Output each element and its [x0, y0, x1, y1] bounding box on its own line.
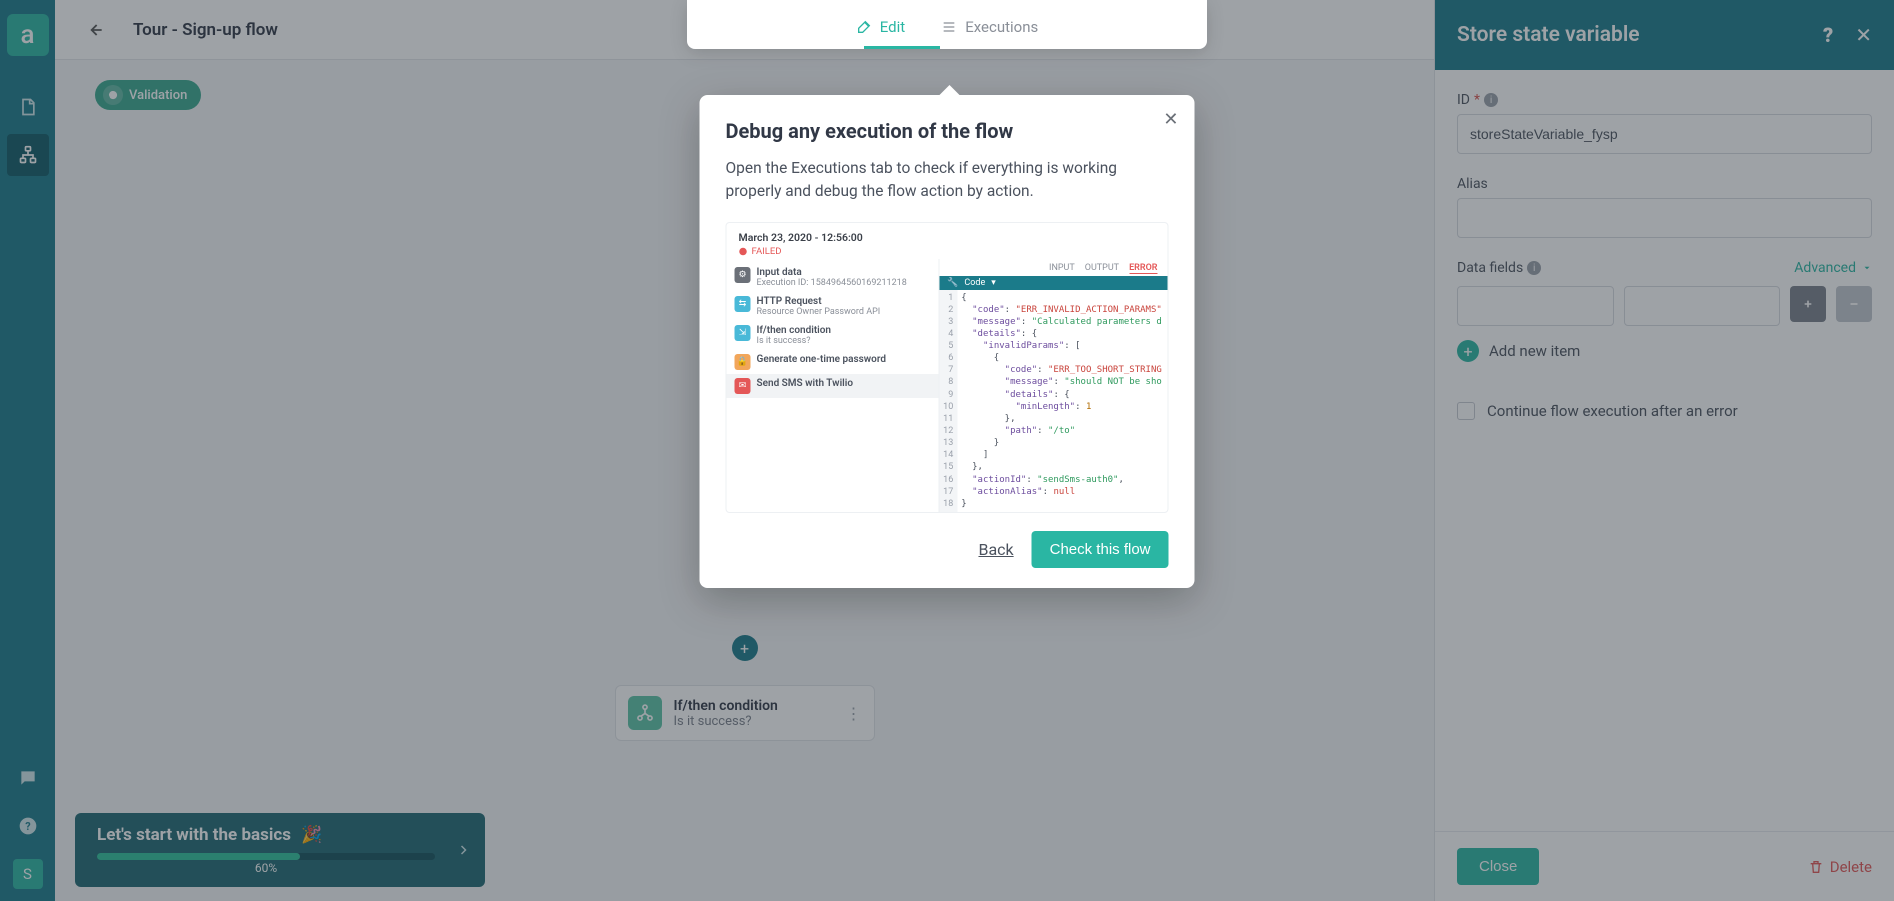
active-tab-underline: [864, 46, 940, 49]
tab-edit[interactable]: Edit: [856, 18, 905, 36]
flow-tabs-card: Edit Executions: [687, 0, 1207, 49]
tour-cta-button[interactable]: Check this flow: [1032, 531, 1169, 568]
tour-back-button[interactable]: Back: [978, 540, 1013, 559]
tab-executions[interactable]: Executions: [941, 18, 1038, 36]
exec-subtabs: INPUT OUTPUT ERROR: [939, 259, 1167, 276]
exec-action-list: ⚙Input dataExecution ID: 158496456016921…: [727, 259, 939, 513]
exec-status: FAILED: [739, 246, 1156, 257]
tour-body: Open the Executions tab to check if ever…: [726, 157, 1169, 204]
execution-preview: March 23, 2020 - 12:56:00 FAILED ⚙Input …: [726, 222, 1169, 514]
exec-timestamp: March 23, 2020 - 12:56:00: [739, 231, 1156, 244]
tour-close-icon[interactable]: ✕: [1163, 109, 1178, 130]
tour-popover: ✕ Debug any execution of the flow Open t…: [700, 95, 1195, 588]
tour-title: Debug any execution of the flow: [726, 119, 1169, 143]
